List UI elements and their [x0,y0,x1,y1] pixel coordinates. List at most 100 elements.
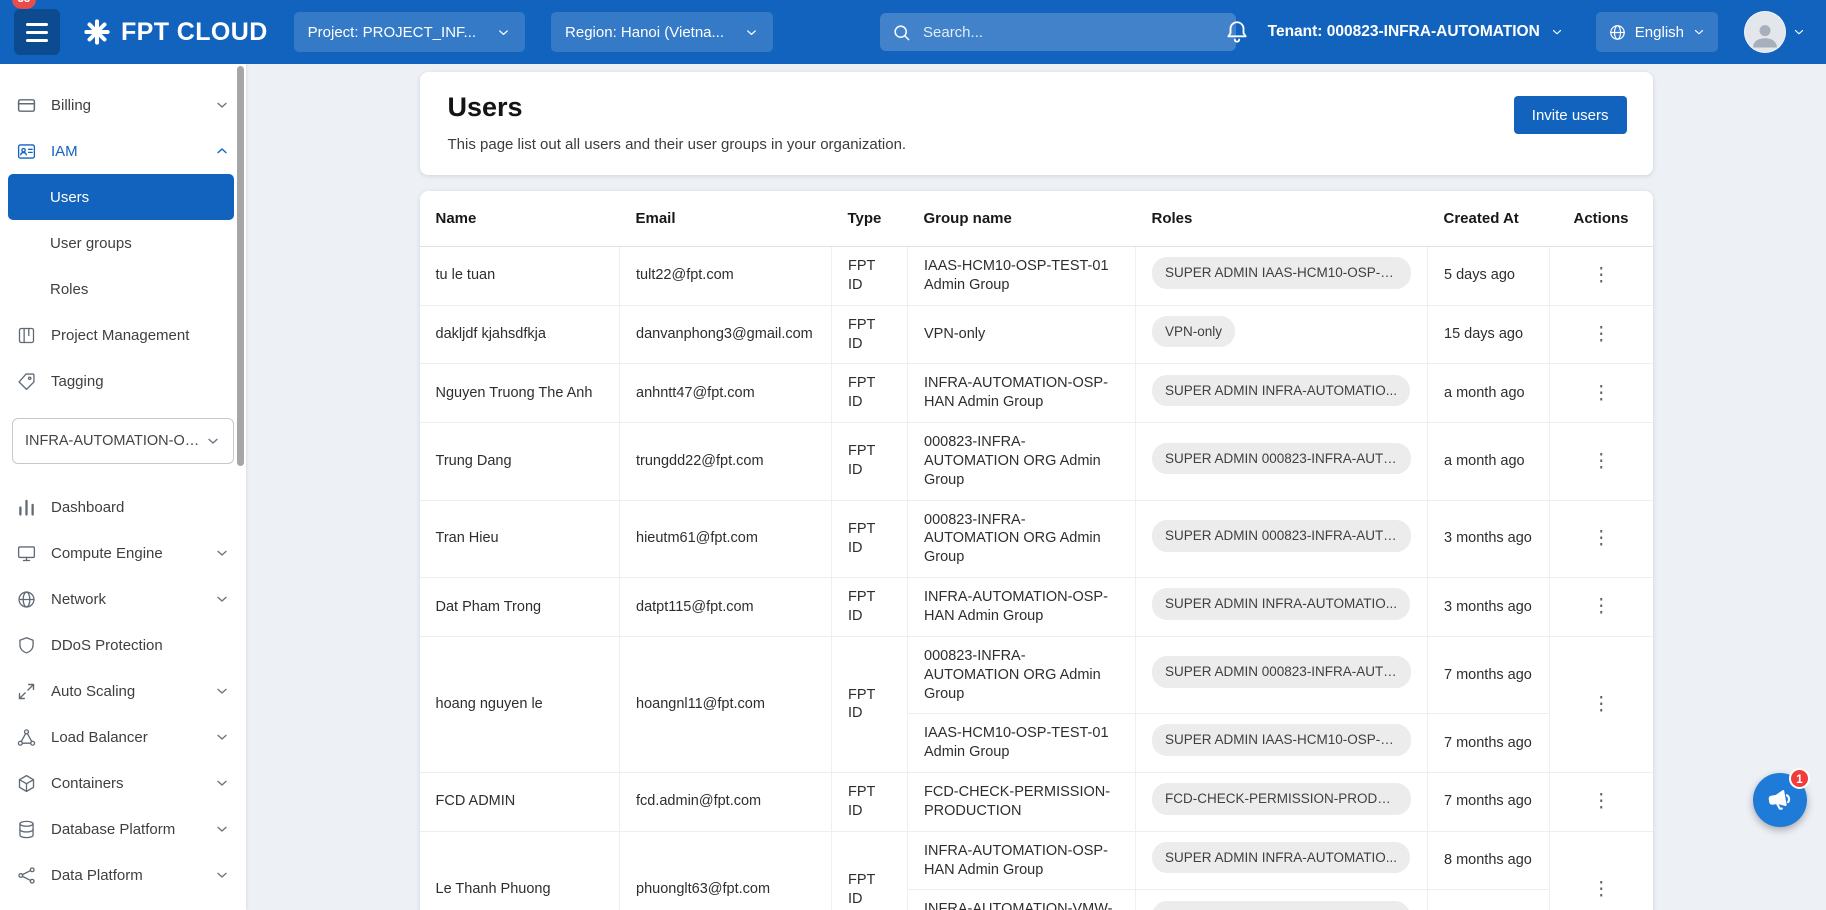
sidebar-item-tagging[interactable]: Tagging [0,358,246,404]
sidebar-project-select[interactable]: INFRA-AUTOMATION-OS... [12,418,234,464]
sidebar-item-users[interactable]: Users [8,174,234,220]
cell-actions: ⋮ [1550,831,1653,910]
sidebar-item-billing[interactable]: Billing [0,82,246,128]
sidebar-item-label: Compute Engine [51,545,200,562]
sidebar-item-label: Database Platform [51,821,200,838]
cell-created-at: a month ago [1428,423,1550,501]
sidebar-item-auto-scaling[interactable]: Auto Scaling [0,668,246,714]
tagging-icon [16,371,37,392]
role-badge: SUPER ADMIN INFRA-AUTOMATIO... [1152,901,1410,910]
row-actions-button[interactable]: ⋮ [1582,525,1621,552]
sidebar-item-ddos-protection[interactable]: DDoS Protection [0,622,246,668]
table-header-row: NameEmailTypeGroup nameRolesCreated AtAc… [420,191,1653,247]
announcements-fab[interactable]: 1 [1753,773,1807,827]
invite-users-button[interactable]: Invite users [1514,96,1627,134]
table-row: hoang nguyen lehoangnl11@fpt.comFPT ID00… [420,636,1653,714]
cell-type: FPT ID [832,364,908,423]
cell-email: trungdd22@fpt.com [620,423,832,501]
sidebar-item-label: Containers [51,775,200,792]
sidebar-item-label: Auto Scaling [51,683,200,700]
cell-group-name: 000823-INFRA-AUTOMATION ORG Admin Group [908,423,1136,501]
chevron-down-icon [214,729,230,745]
sidebar-item-compute-engine[interactable]: Compute Engine [0,530,246,576]
role-badge: SUPER ADMIN 000823-INFRA-AUTO... [1152,443,1411,475]
cell-actions: ⋮ [1550,364,1653,423]
cell-type: FPT ID [832,247,908,306]
sidebar-item-label: Network [51,591,200,608]
cell-group-name: INFRA-AUTOMATION-OSP-HAN Admin Group [908,364,1136,423]
cell-name: tu le tuan [420,247,620,306]
chevron-down-icon [205,433,221,449]
sidebar-item-dashboard[interactable]: Dashboard [0,484,246,530]
sidebar-item-load-balancer[interactable]: Load Balancer [0,714,246,760]
sidebar-item-label: Dashboard [51,499,230,516]
region-selector-label: Region: Hanoi (Vietna... [565,24,724,41]
sidebar-item-project-management[interactable]: Project Management [0,312,246,358]
row-actions-button[interactable]: ⋮ [1582,380,1621,407]
sidebar-item-database-platform[interactable]: Database Platform [0,806,246,852]
cell-email: tult22@fpt.com [620,247,832,306]
table-row: Nguyen Truong The Anhanhntt47@fpt.comFPT… [420,364,1653,423]
cell-email: phuonglt63@fpt.com [620,831,832,910]
cell-name: Tran Hieu [420,500,620,578]
cell-actions: ⋮ [1550,423,1653,501]
sidebar-scrollbar-thumb[interactable] [237,66,244,466]
cell-type: FPT ID [832,773,908,832]
cell-created-at: 7 months ago [1428,773,1550,832]
cell-created-at: 3 months ago [1428,578,1550,637]
row-actions-button[interactable]: ⋮ [1582,691,1621,718]
sidebar-nav: BillingIAMUsers User groups RolesProject M… [0,64,246,898]
region-selector[interactable]: Region: Hanoi (Vietna... [551,12,773,52]
project-selector[interactable]: Project: PROJECT_INF... [294,12,525,52]
fpt-cloud-logo[interactable]: FPT CLOUD [82,17,268,47]
role-badge: SUPER ADMIN IAAS-HCM10-OSP-T... [1152,724,1411,756]
cell-created-at: 7 months ago [1428,636,1550,714]
menu-button[interactable] [14,9,60,55]
search-input[interactable] [921,23,1224,42]
cell-roles: SUPER ADMIN 000823-INFRA-AUTO... [1136,423,1428,501]
chevron-down-icon [1550,25,1564,39]
cell-actions: ⋮ [1550,636,1653,772]
tenant-selector[interactable]: Tenant: 000823-INFRA-AUTOMATION [1262,22,1570,42]
cell-created-at: 8 months ago [1428,890,1550,910]
cell-group-name: INFRA-AUTOMATION-VMW-SGN10-VPC Admin Gro… [908,890,1136,910]
megaphone-icon [1764,784,1796,816]
cell-actions: ⋮ [1550,500,1653,578]
row-actions-button[interactable]: ⋮ [1582,788,1621,815]
user-menu[interactable] [1744,11,1806,53]
tenant-label: Tenant: 000823-INFRA-AUTOMATION [1268,23,1540,41]
chevron-down-icon [496,25,511,40]
data-platform-icon [16,865,37,886]
sidebar-item-label: User groups [50,235,132,252]
row-actions-button[interactable]: ⋮ [1582,262,1621,289]
column-header-created-at: Created At [1428,191,1550,247]
language-selector[interactable]: English [1596,12,1718,52]
role-badge: SUPER ADMIN INFRA-AUTOMATIO... [1152,375,1410,407]
cell-actions: ⋮ [1550,247,1653,306]
cell-email: danvanphong3@gmail.com [620,305,832,364]
notifications-button[interactable] [1224,19,1250,45]
row-actions-button[interactable]: ⋮ [1582,593,1621,620]
sidebar-item-user-groups[interactable]: User groups [0,220,246,266]
cell-email: hoangnl11@fpt.com [620,636,832,772]
cell-created-at: a month ago [1428,364,1550,423]
row-actions-button[interactable]: ⋮ [1582,321,1621,348]
sidebar: BillingIAMUsers User groups RolesProject M… [0,64,246,910]
users-table-card: NameEmailTypeGroup nameRolesCreated AtAc… [420,191,1653,910]
chevron-down-icon [214,867,230,883]
cell-email: hieutm61@fpt.com [620,500,832,578]
table-row: Le Thanh Phuongphuonglt63@fpt.comFPT IDI… [420,831,1653,890]
sidebar-item-iam[interactable]: IAM [0,128,246,174]
column-header-email: Email [620,191,832,247]
row-actions-button[interactable]: ⋮ [1582,876,1621,903]
cell-group-name: IAAS-HCM10-OSP-TEST-01 Admin Group [908,714,1136,773]
header-right: 35 Tenant: 000823-INFRA-AUTOMATION Engli… [1224,11,1812,53]
sidebar-item-network[interactable]: Network [0,576,246,622]
project-selector-label: Project: PROJECT_INF... [308,24,476,41]
chevron-down-icon [1792,25,1806,39]
top-header: FPT CLOUD Project: PROJECT_INF... Region… [0,0,1826,64]
sidebar-item-roles[interactable]: Roles [0,266,246,312]
sidebar-item-data-platform[interactable]: Data Platform [0,852,246,898]
sidebar-item-containers[interactable]: Containers [0,760,246,806]
row-actions-button[interactable]: ⋮ [1582,448,1621,475]
